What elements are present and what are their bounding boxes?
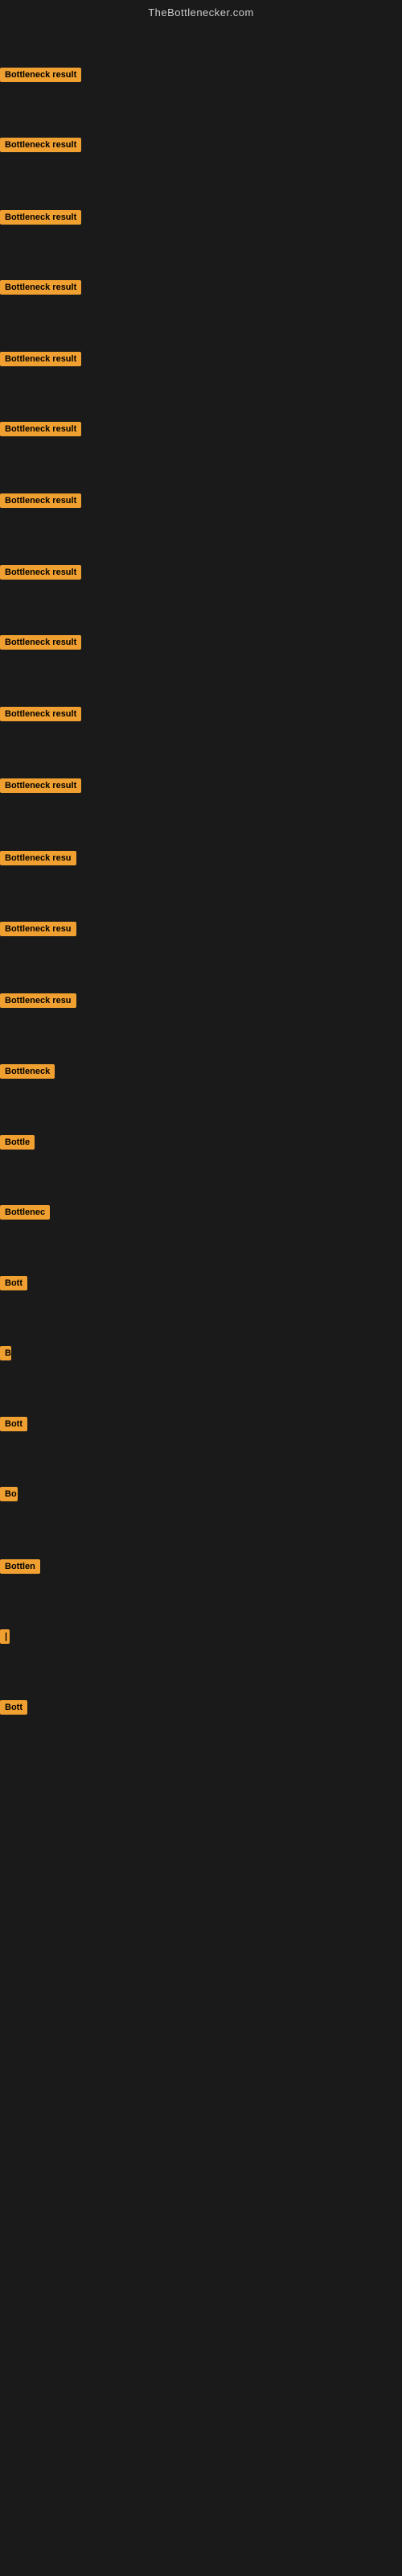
bottleneck-items-container: Bottleneck result Bottleneck result Bottle… bbox=[0, 22, 402, 1793]
bottleneck-item: Bottleneck result bbox=[0, 210, 81, 229]
bottleneck-item: Bottlen bbox=[0, 1559, 40, 1578]
bottleneck-badge[interactable]: Bottleneck result bbox=[0, 352, 81, 366]
bottleneck-item: Bottlenec bbox=[0, 1205, 50, 1224]
bottleneck-badge[interactable]: Bottlenec bbox=[0, 1205, 50, 1220]
bottleneck-badge[interactable]: Bottleneck result bbox=[0, 565, 81, 580]
bottleneck-item: B bbox=[0, 1346, 11, 1364]
bottleneck-badge[interactable]: Bottleneck resu bbox=[0, 922, 76, 936]
site-name: TheBottlenecker.com bbox=[148, 6, 254, 19]
bottleneck-item: Bottleneck result bbox=[0, 778, 81, 797]
bottleneck-item: Bottleneck bbox=[0, 1064, 55, 1083]
bottleneck-item: Bott bbox=[0, 1417, 27, 1435]
site-header: TheBottlenecker.com bbox=[0, 0, 402, 22]
bottleneck-badge[interactable]: Bottleneck result bbox=[0, 635, 81, 650]
bottleneck-badge[interactable]: B bbox=[0, 1346, 11, 1360]
bottleneck-item: Bott bbox=[0, 1276, 27, 1294]
bottleneck-badge[interactable]: Bottleneck result bbox=[0, 280, 81, 295]
bottleneck-badge[interactable]: Bottleneck bbox=[0, 1064, 55, 1079]
bottleneck-item: Bo bbox=[0, 1487, 18, 1505]
bottleneck-badge[interactable]: | bbox=[0, 1629, 10, 1644]
bottleneck-item: Bottleneck result bbox=[0, 68, 81, 86]
bottleneck-badge[interactable]: Bottleneck result bbox=[0, 707, 81, 721]
bottleneck-badge[interactable]: Bottle bbox=[0, 1135, 35, 1150]
bottleneck-badge[interactable]: Bottleneck result bbox=[0, 778, 81, 793]
bottleneck-badge[interactable]: Bottleneck result bbox=[0, 210, 81, 225]
bottleneck-item: Bott bbox=[0, 1700, 27, 1719]
bottleneck-item: Bottleneck resu bbox=[0, 922, 76, 940]
bottleneck-item: Bottleneck resu bbox=[0, 993, 76, 1012]
bottleneck-item: Bottleneck resu bbox=[0, 851, 76, 869]
bottleneck-item: | bbox=[0, 1629, 10, 1648]
bottleneck-item: Bottleneck result bbox=[0, 352, 81, 370]
bottleneck-item: Bottleneck result bbox=[0, 493, 81, 512]
bottleneck-badge[interactable]: Bottleneck result bbox=[0, 493, 81, 508]
bottleneck-badge[interactable]: Bottleneck result bbox=[0, 68, 81, 82]
bottleneck-badge[interactable]: Bo bbox=[0, 1487, 18, 1501]
bottleneck-item: Bottle bbox=[0, 1135, 35, 1154]
bottleneck-badge[interactable]: Bottleneck resu bbox=[0, 993, 76, 1008]
bottleneck-item: Bottleneck result bbox=[0, 422, 81, 440]
bottleneck-badge[interactable]: Bottlen bbox=[0, 1559, 40, 1574]
bottleneck-item: Bottleneck result bbox=[0, 565, 81, 584]
bottleneck-badge[interactable]: Bottleneck result bbox=[0, 138, 81, 152]
bottleneck-item: Bottleneck result bbox=[0, 707, 81, 725]
bottleneck-badge[interactable]: Bott bbox=[0, 1276, 27, 1290]
bottleneck-item: Bottleneck result bbox=[0, 280, 81, 299]
bottleneck-badge[interactable]: Bott bbox=[0, 1417, 27, 1431]
bottleneck-item: Bottleneck result bbox=[0, 635, 81, 654]
bottleneck-item: Bottleneck result bbox=[0, 138, 81, 156]
bottleneck-badge[interactable]: Bottleneck resu bbox=[0, 851, 76, 865]
bottleneck-badge[interactable]: Bottleneck result bbox=[0, 422, 81, 436]
bottleneck-badge[interactable]: Bott bbox=[0, 1700, 27, 1715]
